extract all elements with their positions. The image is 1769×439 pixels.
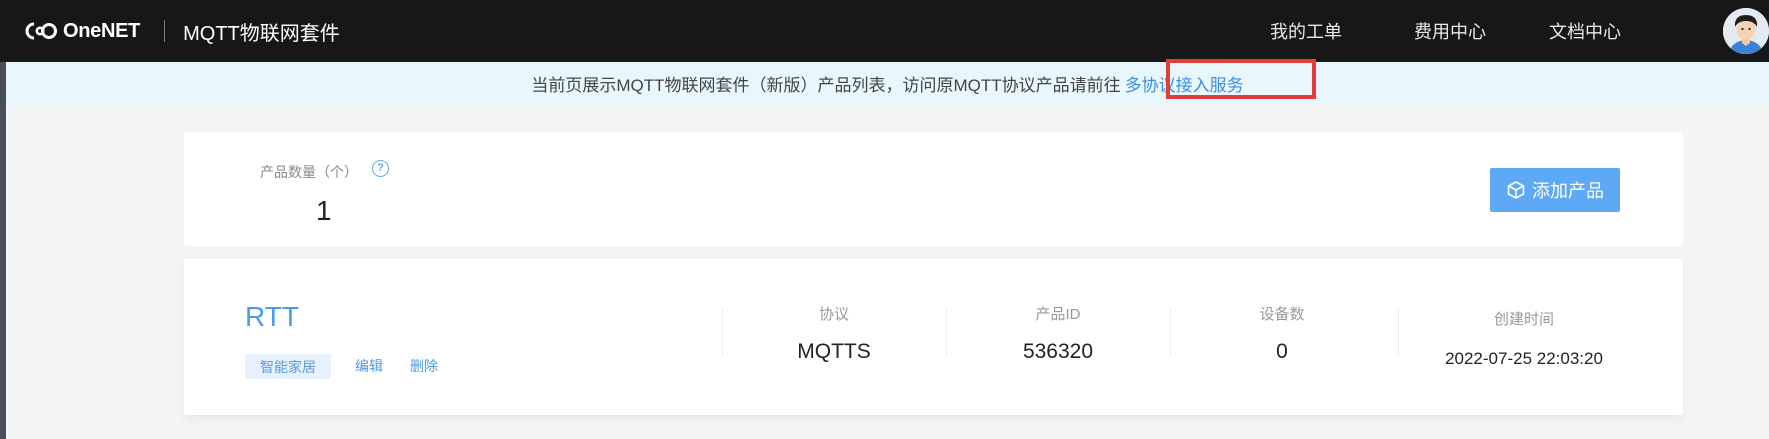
- notice-banner: 当前页展示MQTT物联网套件（新版）产品列表，访问原MQTT协议产品请前往 多协…: [6, 62, 1769, 104]
- device-count-label: 设备数: [1259, 306, 1305, 323]
- created-time-value: 2022-07-25 22:03:20: [1445, 349, 1603, 368]
- created-time-column: 创建时间 2022-07-25 22:03:20: [1394, 308, 1654, 398]
- product-id-label: 产品ID: [1035, 306, 1081, 323]
- product-id-column: 产品ID 536320: [946, 303, 1170, 393]
- protocol-label: 协议: [818, 306, 849, 323]
- notice-text: 当前页展示MQTT物联网套件（新版）产品列表，访问原MQTT协议产品请前往: [531, 75, 1121, 95]
- device-count-column: 设备数 0: [1170, 303, 1394, 393]
- onenet-logo[interactable]: OneNET: [25, 20, 140, 43]
- nav-billing-center[interactable]: 费用中心: [1414, 0, 1486, 62]
- avatar-icon: [1723, 8, 1769, 54]
- nav-my-tickets[interactable]: 我的工单: [1270, 0, 1342, 62]
- logo-text: OneNET: [63, 19, 141, 42]
- nav-docs-center[interactable]: 文档中心: [1549, 0, 1621, 62]
- delete-product-link[interactable]: 删除: [410, 356, 438, 376]
- add-product-button[interactable]: 添加产品: [1490, 168, 1620, 212]
- box-icon: [1507, 181, 1525, 199]
- user-avatar[interactable]: [1723, 8, 1769, 54]
- product-summary-card: 产品数量（个） ? 1 添加产品: [184, 132, 1683, 246]
- product-card[interactable]: RTT 智能家居 编辑 删除 协议 MQTTS 产品ID 536320 设备数 …: [184, 259, 1683, 415]
- created-time-label: 创建时间: [1493, 311, 1554, 328]
- product-count-label: 产品数量（个）: [260, 164, 358, 180]
- protocol-column: 协议 MQTTS: [722, 303, 946, 393]
- device-count-value: 0: [1276, 340, 1288, 363]
- highlight-annotation-box: [1166, 59, 1316, 99]
- product-category-tag: 智能家居: [245, 354, 331, 379]
- help-icon[interactable]: ?: [372, 160, 389, 177]
- topbar-divider: [164, 20, 166, 42]
- top-navigation-bar: OneNET MQTT物联网套件 我的工单 费用中心 文档中心: [0, 0, 1769, 62]
- edit-product-link[interactable]: 编辑: [355, 356, 383, 376]
- add-product-label: 添加产品: [1532, 181, 1604, 201]
- product-count-value: 1: [316, 195, 332, 226]
- product-id-value: 536320: [1022, 340, 1094, 363]
- onenet-logo-icon: [25, 22, 57, 40]
- protocol-value: MQTTS: [797, 340, 871, 363]
- suite-title: MQTT物联网套件: [183, 22, 340, 45]
- product-name-link[interactable]: RTT: [245, 301, 299, 333]
